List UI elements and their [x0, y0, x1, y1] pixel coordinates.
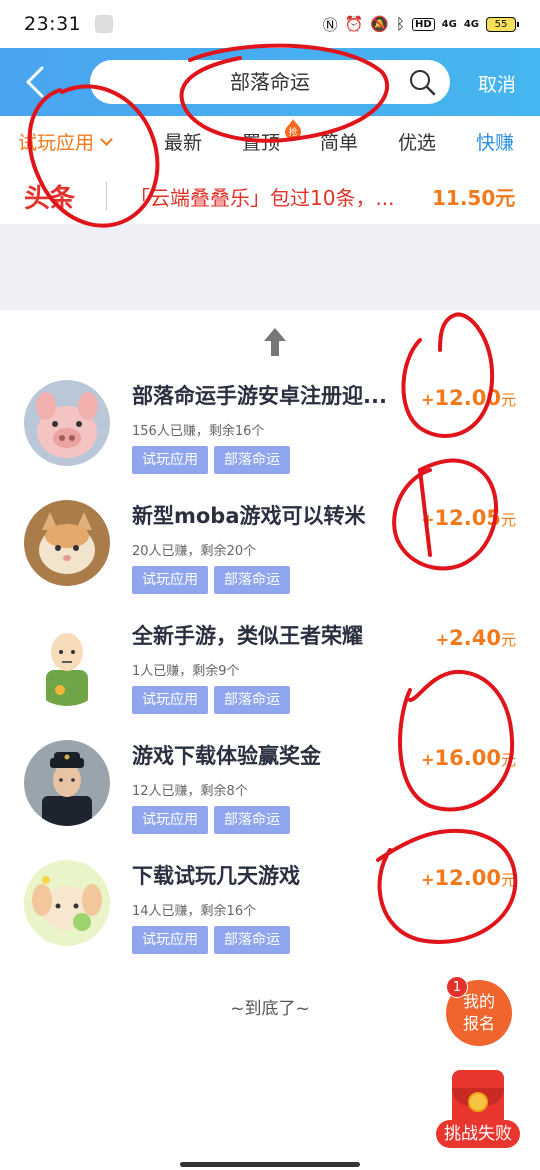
challenge-button[interactable]: 挑战失败 — [436, 1070, 520, 1150]
reward-unit: 元 — [500, 631, 516, 649]
reward-unit: 元 — [500, 511, 516, 529]
headline-price: 11.50元 — [432, 186, 516, 210]
task-tag-keyword: 部落命运 — [214, 686, 290, 714]
reward-amount: 12.00 — [434, 866, 501, 890]
reward-plus: + — [421, 870, 435, 889]
back-arrow-icon — [26, 66, 44, 98]
hd-icon: HD — [411, 17, 435, 31]
task-title: 新型moba游戏可以转米 — [132, 504, 366, 528]
search-input[interactable]: 部落命运 — [90, 60, 450, 104]
reward-plus: + — [421, 390, 435, 409]
reward-plus: + — [421, 750, 435, 769]
task-reward: +16.00元 — [421, 746, 516, 770]
task-title: 下载试玩几天游戏 — [132, 864, 300, 888]
tab-latest[interactable]: 最新 — [164, 128, 202, 155]
hot-badge-text: 抢 — [288, 126, 297, 138]
notification-icon — [95, 15, 114, 33]
tab-trial-apps[interactable]: 试玩应用 — [18, 128, 113, 155]
reward-amount: 12.00 — [434, 386, 501, 410]
status-bar: 23:31 Ⓝ ⏰ 🔕 ᛒ HD 4G 4G 55 — [0, 0, 540, 48]
home-indicator[interactable] — [180, 1162, 360, 1167]
task-avatar-cat — [24, 500, 110, 586]
mute-icon: 🔕 — [370, 15, 389, 33]
challenge-label: 挑战失败 — [436, 1120, 520, 1148]
task-reward: +12.00元 — [421, 386, 516, 410]
task-meta: 156人已赚，剩余16个 — [132, 424, 265, 439]
bluetooth-icon: ᛒ — [395, 15, 405, 33]
alarm-icon: ⏰ — [344, 15, 364, 33]
arrow-up-icon — [264, 328, 286, 356]
task-meta: 1人已赚，剩余9个 — [132, 664, 240, 679]
tab-preferred[interactable]: 优选 — [398, 128, 436, 155]
task-tag-category: 试玩应用 — [132, 446, 208, 474]
search-icon[interactable] — [408, 68, 436, 96]
reward-plus: + — [421, 510, 435, 529]
headline-banner[interactable]: 头条 「云端叠叠乐」包过10条，... 11.50元 — [0, 166, 540, 224]
task-item[interactable]: 下载试玩几天游戏 14人已赚，剩余16个 试玩应用 部落命运 +12.00元 — [0, 860, 540, 980]
back-button[interactable] — [18, 62, 54, 102]
chevron-down-icon — [100, 133, 113, 146]
task-tag-keyword: 部落命运 — [214, 446, 290, 474]
tab-pinned[interactable]: 置顶 — [242, 128, 280, 155]
task-title: 全新手游，类似王者荣耀 — [132, 624, 363, 648]
task-avatar-puppy — [24, 860, 110, 946]
task-meta: 12人已赚，剩余8个 — [132, 784, 248, 799]
task-item[interactable]: 新型moba游戏可以转米 20人已赚，剩余20个 试玩应用 部落命运 +12.0… — [0, 500, 540, 620]
task-tag-keyword: 部落命运 — [214, 566, 290, 594]
reward-amount: 2.40 — [449, 626, 501, 650]
hot-flame-icon: 抢 — [285, 119, 301, 139]
tab-label: 试玩应用 — [18, 132, 95, 154]
reward-unit: 元 — [500, 751, 516, 769]
reward-plus: + — [435, 630, 450, 649]
filter-tabs: 试玩应用 最新 置顶 简单 优选 快赚 — [0, 116, 540, 166]
task-tag-category: 试玩应用 — [132, 686, 208, 714]
task-tag-keyword: 部落命运 — [214, 806, 290, 834]
signup-label-line2: 报名 — [462, 1014, 495, 1033]
reward-unit: 元 — [500, 391, 516, 409]
search-header: 部落命运 取消 — [0, 48, 540, 116]
reward-unit: 元 — [500, 871, 516, 889]
task-avatar-officer — [24, 740, 110, 826]
nfc-icon: Ⓝ — [322, 15, 338, 34]
status-icons: Ⓝ ⏰ 🔕 ᛒ HD 4G 4G 55 — [322, 14, 519, 35]
task-tag-category: 试玩应用 — [132, 566, 208, 594]
task-item[interactable]: 全新手游，类似王者荣耀 1人已赚，剩余9个 试玩应用 部落命运 +2.40元 — [0, 620, 540, 740]
reward-amount: 12.05 — [434, 506, 501, 530]
tab-simple[interactable]: 简单 — [320, 128, 358, 155]
task-reward: +2.40元 — [436, 626, 516, 650]
signal-icon-2: 4G — [463, 18, 479, 30]
task-tag-category: 试玩应用 — [132, 806, 208, 834]
task-reward: +12.05元 — [421, 506, 516, 530]
task-item[interactable]: 部落命运手游安卓注册迎... 156人已赚，剩余16个 试玩应用 部落命运 +1… — [0, 380, 540, 500]
signup-count-badge: 1 — [446, 976, 468, 998]
search-query: 部落命运 — [230, 70, 310, 94]
task-avatar-cartoon-man — [24, 620, 110, 706]
task-item[interactable]: 游戏下载体验赢奖金 12人已赚，剩余8个 试玩应用 部落命运 +16.00元 — [0, 740, 540, 860]
task-title: 部落命运手游安卓注册迎... — [132, 384, 387, 408]
task-tag-category: 试玩应用 — [132, 926, 208, 954]
headline-logo: 头条 — [24, 184, 75, 214]
task-meta: 14人已赚，剩余16个 — [132, 904, 257, 919]
tab-quick-earn[interactable]: 快赚 — [476, 128, 514, 155]
task-title: 游戏下载体验赢奖金 — [132, 744, 321, 768]
task-meta: 20人已赚，剩余20个 — [132, 544, 257, 559]
signal-icon-1: 4G — [441, 18, 457, 30]
cancel-button[interactable]: 取消 — [478, 70, 516, 97]
task-reward: +12.00元 — [421, 866, 516, 890]
headline-text: 「云端叠叠乐」包过10条，... — [130, 186, 395, 210]
status-time: 23:31 — [24, 13, 82, 35]
task-avatar-pig — [24, 380, 110, 466]
battery-icon: 55 — [486, 16, 519, 32]
headline-divider — [106, 182, 107, 210]
reward-amount: 16.00 — [434, 746, 501, 770]
task-tag-keyword: 部落命运 — [214, 926, 290, 954]
banner-placeholder — [0, 224, 540, 310]
